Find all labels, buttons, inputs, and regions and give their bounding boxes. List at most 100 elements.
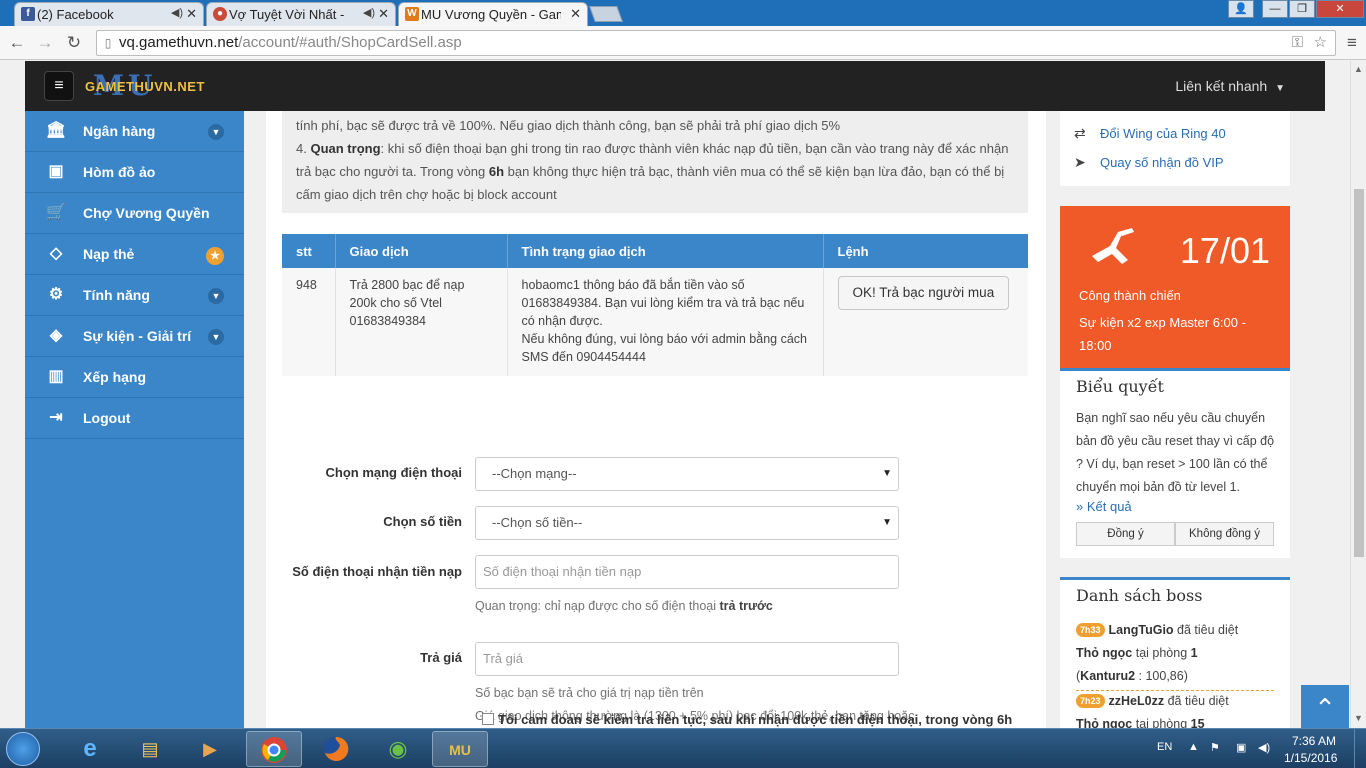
site-logo[interactable]: MU GAMETHUVN.NET bbox=[85, 69, 205, 102]
price-input[interactable]: Trả giá bbox=[475, 642, 899, 676]
sidebar-item-market[interactable]: 🛒 Chợ Vương Quyền bbox=[25, 193, 244, 234]
phone-help-bold: trả trước bbox=[719, 599, 773, 613]
network-label: Chọn mạng điện thoại bbox=[325, 465, 463, 480]
quick-links-panel: ⇄ Đổi Wing của Ring 40 ➤ Quay số nhận đồ V… bbox=[1060, 111, 1290, 186]
boss-list-title: Danh sách boss bbox=[1076, 586, 1203, 605]
scroll-down-icon[interactable]: ▼ bbox=[1354, 713, 1363, 723]
menu-icon[interactable]: ≡ bbox=[1341, 32, 1363, 54]
caret-down-icon: ▼ bbox=[882, 468, 892, 479]
poll-question: Bạn nghĩ sao nếu yêu cầu chuyển bản đồ y… bbox=[1076, 411, 1275, 494]
cell-action: OK! Trả bạc người mua bbox=[823, 268, 1028, 376]
boss-name: Thỏ ngọc bbox=[1076, 646, 1133, 660]
restore-button[interactable]: ❐ bbox=[1289, 0, 1315, 18]
chevron-down-icon: ▼ bbox=[208, 329, 224, 345]
utorrent-icon[interactable]: ◉ bbox=[370, 731, 426, 767]
mu-game-icon[interactable]: MU bbox=[432, 731, 488, 767]
reload-icon[interactable]: ↻ bbox=[63, 32, 85, 54]
tab-title: Vợ Tuyệt Vời Nhất - Vũ bbox=[229, 7, 347, 22]
window-close-button[interactable]: ✕ bbox=[1316, 0, 1364, 18]
cursor-icon: ➤ bbox=[1074, 154, 1086, 170]
firefox-icon[interactable] bbox=[308, 731, 364, 767]
sidebar-item-label: Nạp thẻ bbox=[83, 246, 135, 262]
sidebar-item-ranking[interactable]: ▥ Xếp hạng bbox=[25, 357, 244, 398]
close-icon[interactable]: ✕ bbox=[570, 6, 581, 22]
show-desktop-button[interactable] bbox=[1354, 729, 1366, 768]
close-icon[interactable]: ✕ bbox=[378, 6, 389, 22]
media-player-icon[interactable]: ▶ bbox=[182, 731, 238, 767]
notice-item-4: 4. Quan trọng: khi số điện thoại bạn ghi… bbox=[296, 137, 1014, 206]
phone-help: Quan trọng: chỉ nạp được cho số điện tho… bbox=[475, 595, 915, 618]
volume-icon[interactable]: ◀) bbox=[1258, 741, 1270, 754]
commit-checkbox-row[interactable]: Tôi cam đoan sẽ kiểm tra liên tục, sau k… bbox=[482, 712, 1012, 727]
boss-panel: Danh sách boss 7h33 LangTuGio đã tiêu diệ… bbox=[1060, 577, 1290, 728]
status-text: hobaomc1 thông báo đã bắn tiền vào số 01… bbox=[521, 278, 805, 328]
agree-button[interactable]: Đồng ý bbox=[1076, 522, 1175, 546]
page-scrollbar[interactable]: ▲ ▼ bbox=[1350, 61, 1366, 728]
back-icon[interactable]: ← bbox=[6, 32, 28, 54]
status-text: Nếu không đúng, vui lòng báo với admin b… bbox=[521, 332, 807, 364]
flag-icon[interactable]: ⚑ bbox=[1210, 741, 1220, 754]
tray-arrow-icon[interactable]: ▲ bbox=[1188, 741, 1199, 753]
sidebar-item-virtual-chest[interactable]: ▣ Hòm đồ ảo bbox=[25, 152, 244, 193]
sidebar-item-logout[interactable]: ⇥ Logout bbox=[25, 398, 244, 439]
ie-icon[interactable]: e bbox=[62, 731, 118, 767]
star-icon[interactable]: ☆ bbox=[1314, 31, 1327, 55]
logo-text: GAMETHUVN.NET bbox=[85, 79, 205, 94]
caret-down-icon: ▼ bbox=[882, 517, 892, 528]
commit-checkbox[interactable] bbox=[482, 713, 494, 725]
back-to-top-button[interactable]: ⌃ bbox=[1301, 685, 1349, 728]
page-viewport: ≡ MU GAMETHUVN.NET Liên kết nhanh ▼ 🏛 Ng… bbox=[0, 61, 1350, 728]
cell-stt: 948 bbox=[282, 268, 336, 376]
notice-important: Quan trọng bbox=[310, 141, 381, 156]
column-header: Lệnh bbox=[823, 234, 1028, 268]
clock-time[interactable]: 7:36 AM bbox=[1292, 734, 1336, 748]
link-wing-exchange[interactable]: ⇄ Đổi Wing của Ring 40 bbox=[1074, 125, 1226, 142]
sidebar-item-label: Sự kiện - Giải trí bbox=[83, 328, 192, 344]
amount-select[interactable]: --Chọn số tiền-- ▼ bbox=[475, 506, 899, 540]
disagree-button[interactable]: Không đồng ý bbox=[1175, 522, 1274, 546]
sidebar-item-events[interactable]: ◈ Sự kiện - Giải trí ▼ bbox=[25, 316, 244, 357]
address-bar[interactable]: ▯ vq.gamethuvn.net/account/#auth/ShopCard… bbox=[96, 30, 1336, 56]
sidebar-item-label: Ngân hàng bbox=[83, 123, 156, 139]
start-button[interactable] bbox=[6, 732, 40, 766]
sidebar-item-topup[interactable]: ◇ Nạp thẻ ★ bbox=[25, 234, 244, 275]
close-icon[interactable]: ✕ bbox=[186, 6, 197, 22]
page-icon: ▯ bbox=[104, 36, 112, 50]
poll-panel: Biểu quyết Bạn nghĩ sao nếu yêu cầu chuy… bbox=[1060, 368, 1290, 558]
hamburger-menu-button[interactable]: ≡ bbox=[44, 71, 74, 101]
phone-input[interactable]: Số điện thoại nhận tiền nạp bbox=[475, 555, 899, 589]
network-select[interactable]: --Chọn mạng-- ▼ bbox=[475, 457, 899, 491]
key-icon[interactable]: ⚿ bbox=[1292, 31, 1303, 55]
clock-date[interactable]: 1/15/2016 bbox=[1284, 751, 1337, 765]
explorer-icon[interactable]: ▤ bbox=[122, 731, 178, 767]
chrome-icon[interactable] bbox=[246, 731, 302, 767]
quick-links-dropdown[interactable]: Liên kết nhanh ▼ bbox=[1175, 78, 1285, 94]
exchange-icon: ⇄ bbox=[1074, 125, 1086, 141]
ticket-icon: ◈ bbox=[49, 327, 63, 344]
audio-icon[interactable]: ◀) bbox=[363, 6, 375, 19]
confirm-pay-button[interactable]: OK! Trả bạc người mua bbox=[837, 276, 1010, 310]
room-prefix: tại phòng bbox=[1132, 646, 1191, 660]
url-host: vq.gamethuvn.net bbox=[119, 34, 239, 51]
scroll-up-icon[interactable]: ▲ bbox=[1354, 64, 1363, 74]
sidebar-item-bank[interactable]: 🏛 Ngân hàng ▼ bbox=[25, 111, 244, 152]
forward-icon[interactable]: → bbox=[34, 32, 56, 54]
network-icon[interactable]: ▣ bbox=[1236, 741, 1246, 754]
windows-taskbar: e ▤ ▶ ◉ MU EN ▲ ⚑ ▣ ◀) 7:36 AM 1/15/2016 bbox=[0, 728, 1366, 768]
sidebar-item-label: Xếp hạng bbox=[83, 369, 147, 385]
audio-icon[interactable]: ◀) bbox=[171, 6, 183, 19]
briefcase-icon: ▣ bbox=[48, 163, 64, 180]
tab-facebook[interactable]: f (2) Facebook ◀) ✕ bbox=[14, 2, 204, 26]
sidebar-item-features[interactable]: ⚙ Tính năng ▼ bbox=[25, 275, 244, 316]
user-icon[interactable]: 👤 bbox=[1228, 0, 1254, 18]
minimize-button[interactable]: — bbox=[1262, 0, 1288, 18]
new-tab-button[interactable] bbox=[589, 6, 623, 22]
tab-video[interactable]: ● Vợ Tuyệt Vời Nhất - Vũ ◀) ✕ bbox=[206, 2, 396, 26]
time-badge: 7h33 bbox=[1076, 623, 1105, 637]
scrollbar-thumb[interactable] bbox=[1354, 189, 1364, 557]
language-indicator[interactable]: EN bbox=[1157, 741, 1172, 753]
link-vip-lottery[interactable]: ➤ Quay số nhận đồ VIP bbox=[1074, 154, 1224, 171]
tab-mu-vuong-quyen[interactable]: W MU Vương Quyền - Game ✕ bbox=[398, 2, 588, 26]
phone-label: Số điện thoại nhận tiền nạp bbox=[292, 564, 462, 579]
poll-result-link[interactable]: » Kết quả bbox=[1076, 499, 1132, 514]
